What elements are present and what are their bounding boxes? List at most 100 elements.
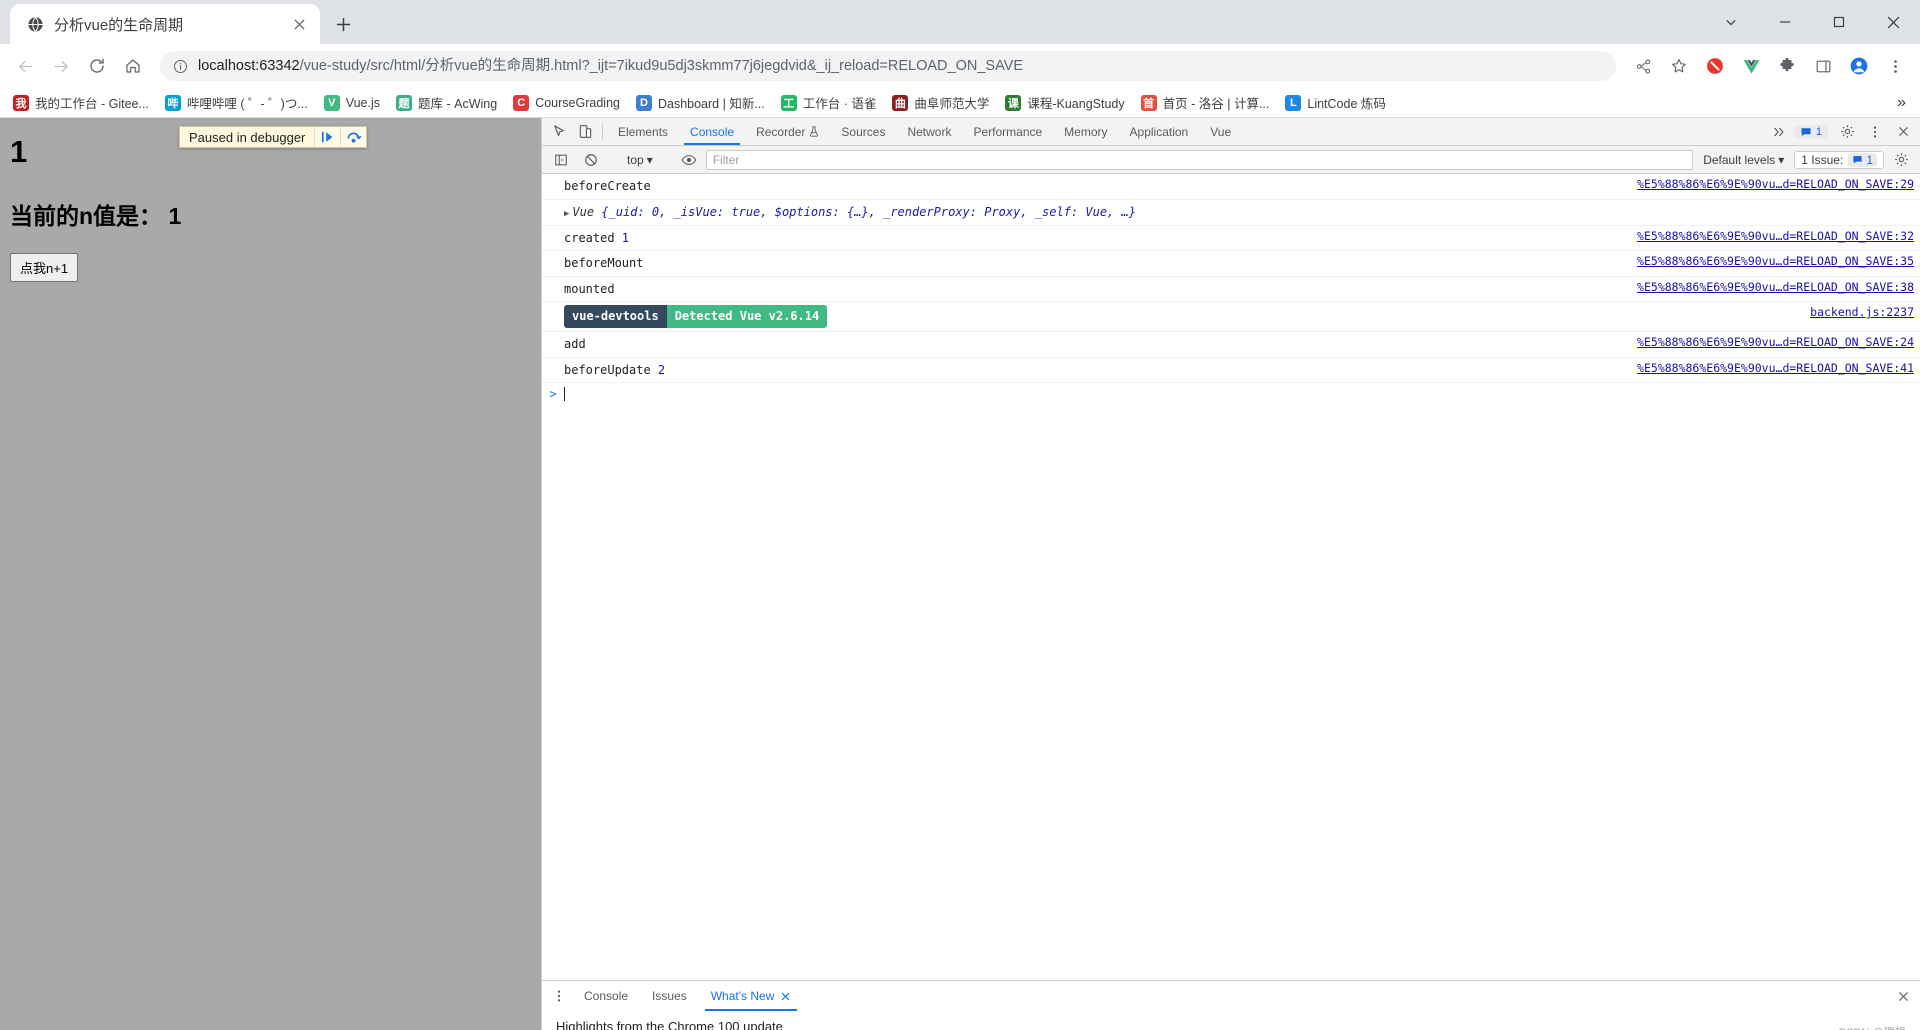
step-over-icon[interactable] (340, 127, 367, 147)
side-panel-icon[interactable] (1806, 49, 1840, 83)
reload-icon[interactable] (80, 49, 114, 83)
info-circle-icon[interactable] (172, 58, 189, 75)
three-dot-menu-icon[interactable] (546, 981, 572, 1011)
drawer-tab-issues[interactable]: Issues (640, 981, 699, 1011)
close-icon[interactable] (1866, 0, 1920, 44)
devtools-tab-memory[interactable]: Memory (1053, 118, 1118, 145)
bookmark-item[interactable]: 曲曲阜师范大学 (885, 90, 996, 115)
devtools-tab-network[interactable]: Network (896, 118, 962, 145)
devtools-tab-label: Recorder (756, 124, 806, 139)
drawer-tab-label: What's New (710, 989, 775, 1003)
console-sidebar-icon[interactable] (548, 153, 574, 167)
console-message-text: beforeCreate (564, 179, 651, 193)
drawer-tab-console[interactable]: Console (572, 981, 640, 1011)
share-icon[interactable] (1626, 49, 1660, 83)
home-icon[interactable] (116, 49, 150, 83)
address-bar[interactable]: localhost:63342/vue-study/src/html/分析vue… (160, 51, 1616, 81)
resume-script-icon[interactable] (314, 127, 341, 147)
paused-in-debugger-label: Paused in debugger (180, 127, 315, 147)
console-message: beforeUpdate 2 %E5%88%86%E6%9E%90vu…d=REL… (542, 358, 1920, 384)
increment-button[interactable]: 点我n+1 (10, 253, 79, 283)
close-icon[interactable] (288, 13, 310, 35)
console-message-source-link[interactable]: backend.js:2237 (1796, 305, 1914, 319)
double-chevron-icon[interactable]: » (1889, 94, 1914, 112)
console-filter-input[interactable]: Filter (705, 149, 1694, 170)
devtools-tab-label: Elements (618, 124, 669, 139)
flask-icon (809, 126, 819, 137)
triangle-right-icon[interactable]: ▶ (564, 208, 569, 222)
gitee-icon: 我 (13, 94, 29, 111)
bookmark-item[interactable]: D Dashboard | 知新... (629, 90, 772, 115)
console-message-body: beforeMount (564, 254, 1623, 273)
badge-right-label: Detected Vue v2.6.14 (666, 305, 828, 328)
clear-console-icon[interactable] (578, 153, 604, 167)
devtools-tab-console[interactable]: Console (679, 118, 745, 145)
console-filter-bar: top ▾ Filter Default levels ▾ 1 Issue: 1 (542, 146, 1920, 174)
issues-indicator[interactable]: 1 Issue: 1 (1794, 150, 1884, 169)
live-expression-eye-icon[interactable] (676, 152, 702, 168)
bookmark-label: CourseGrading (535, 95, 620, 110)
close-icon[interactable] (1890, 125, 1916, 138)
console-message-source-link[interactable]: %E5%88%86%E6%9E%90vu…d=RELOAD_ON_SAVE:35 (1623, 254, 1914, 268)
error-badge[interactable]: 1 (1793, 124, 1828, 139)
address-bar-host: localhost:63342 (198, 58, 300, 74)
console-prompt[interactable]: > (542, 383, 1920, 405)
close-icon[interactable] (1887, 981, 1920, 1011)
console-message-source-link[interactable]: %E5%88%86%E6%9E%90vu…d=RELOAD_ON_SAVE:29 (1623, 177, 1914, 191)
drawer-tab-what-s-new[interactable]: What's New (699, 981, 804, 1011)
bookmark-item[interactable]: 首首页 - 洛谷 | 计算... (1134, 90, 1277, 115)
devtools-tab-elements[interactable]: Elements (607, 118, 679, 145)
bookmark-label: 首页 - 洛谷 | 计算... (1162, 97, 1270, 111)
devtools-tab-sources[interactable]: Sources (830, 118, 896, 145)
bookmark-item[interactable]: 课课程-KuangStudy (998, 90, 1131, 115)
vue-devtools-icon[interactable] (1734, 49, 1768, 83)
console-message-text: beforeUpdate (564, 362, 651, 377)
double-chevron-right-icon[interactable] (1766, 125, 1792, 139)
gear-icon[interactable] (1888, 152, 1914, 167)
star-icon[interactable] (1662, 49, 1696, 83)
gear-icon[interactable] (1834, 124, 1860, 139)
new-tab-button[interactable] (326, 7, 360, 41)
adblock-icon[interactable] (1698, 49, 1732, 83)
minimize-icon[interactable] (1758, 0, 1812, 44)
console-message-source-link[interactable]: %E5%88%86%E6%9E%90vu…d=RELOAD_ON_SAVE:41 (1623, 361, 1914, 375)
maximize-icon[interactable] (1812, 0, 1866, 44)
extensions-puzzle-icon[interactable] (1770, 49, 1804, 83)
devtools-tab-performance[interactable]: Performance (962, 118, 1053, 145)
execution-context-selector[interactable]: top ▾ (621, 153, 659, 167)
console-message: created 1 %E5%88%86%E6%9E%90vu…d=RELOAD_O… (542, 226, 1920, 252)
bookmark-item[interactable]: 工工作台 · 语雀 (774, 90, 884, 115)
console-message-source-link[interactable]: %E5%88%86%E6%9E%90vu…d=RELOAD_ON_SAVE:32 (1623, 229, 1914, 243)
issues-count-badge: 1 (1848, 152, 1877, 167)
console-prompt-caret: > (549, 387, 557, 402)
bookmark-item[interactable]: 题题库 - AcWing (389, 90, 504, 115)
console-message-source-link[interactable]: %E5%88%86%E6%9E%90vu…d=RELOAD_ON_SAVE:24 (1623, 335, 1914, 349)
inspect-element-icon[interactable] (546, 118, 572, 145)
bookmark-label: Vue.js (345, 95, 381, 110)
drawer-tab-bar: Console Issues What's New (542, 981, 1920, 1011)
devtools-tab-label: Application (1129, 124, 1189, 139)
three-dot-menu-icon[interactable] (1862, 125, 1888, 139)
console-message-source-link[interactable]: %E5%88%86%E6%9E%90vu…d=RELOAD_ON_SAVE:38 (1623, 280, 1914, 294)
bookmark-item[interactable]: 哔哔哩哔哩 ( ゜- ゜)つ... (158, 90, 315, 115)
devtools-tab-application[interactable]: Application (1119, 118, 1200, 145)
devtools-tab-vue[interactable]: Vue (1199, 118, 1242, 145)
console-message: ▶ Vue {_uid: 0, _isVue: true, $options: {… (542, 200, 1920, 226)
bookmark-item[interactable]: L LintCode 炼码 (1278, 90, 1393, 115)
bookmark-item[interactable]: C CourseGrading (506, 92, 627, 114)
device-toolbar-icon[interactable] (572, 118, 598, 145)
log-levels-selector[interactable]: Default levels ▾ (1697, 153, 1790, 167)
forward-arrow-icon[interactable] (44, 49, 78, 83)
bookmark-item[interactable]: V Vue.js (317, 92, 387, 114)
browser-toolbar: localhost:63342/vue-study/src/html/分析vue… (0, 44, 1920, 88)
web-page-content: 1 当前的n值是： 1 点我n+1 Paused in debugger (0, 118, 541, 1030)
close-icon[interactable] (780, 991, 791, 1002)
browser-tab[interactable]: 分析vue的生命周期 (10, 4, 320, 44)
bookmark-item[interactable]: 我我的工作台 - Gitee... (6, 90, 156, 115)
console-message-list[interactable]: beforeCreate %E5%88%86%E6%9E%90vu…d=RELOA… (542, 174, 1920, 980)
profile-avatar-icon[interactable] (1842, 49, 1876, 83)
chevron-down-icon[interactable] (1704, 0, 1758, 44)
devtools-tab-recorder[interactable]: Recorder (745, 118, 830, 145)
back-arrow-icon[interactable] (8, 49, 42, 83)
three-dot-menu-icon[interactable] (1878, 49, 1912, 83)
